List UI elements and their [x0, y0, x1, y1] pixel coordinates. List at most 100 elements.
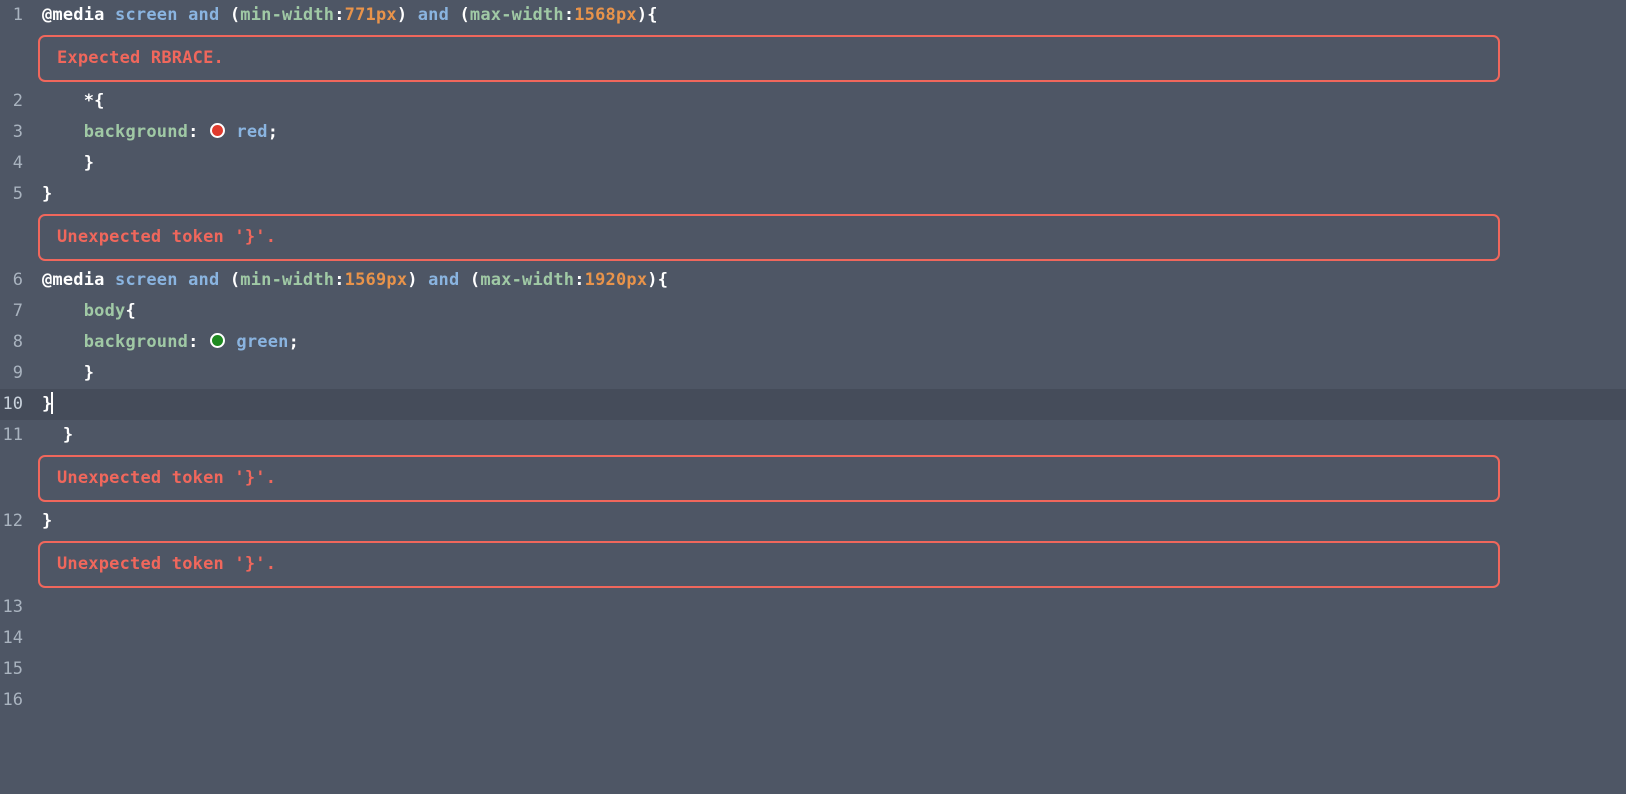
line-number: 15: [2, 659, 23, 679]
token-media-value: 1568px: [574, 5, 637, 25]
code-line[interactable]: 1 @media screen and (min-width:771px) and…: [0, 0, 1626, 31]
code-line[interactable]: 3 background: red;: [0, 117, 1626, 148]
token-property-name: background: [83, 332, 189, 352]
token-punctuation: :: [334, 270, 345, 290]
line-number: 10: [2, 394, 23, 414]
line-number: 9: [12, 363, 23, 383]
line-number: 2: [12, 91, 23, 111]
token-media-feature: min-width: [240, 270, 335, 290]
line-number: 1: [12, 5, 23, 25]
inline-error-box[interactable]: Unexpected token '}'.: [38, 214, 1500, 261]
error-message: Expected RBRACE.: [57, 48, 224, 68]
line-content: }: [42, 148, 1626, 179]
code-line[interactable]: 12}: [0, 506, 1626, 537]
error-message: Unexpected token '}'.: [57, 227, 277, 247]
error-message: Unexpected token '}'.: [57, 554, 277, 574]
text-cursor: [51, 392, 54, 414]
line-number: 8: [12, 332, 23, 352]
line-number: 12: [2, 511, 23, 531]
line-number: 4: [12, 153, 23, 173]
token-punctuation: (: [449, 5, 470, 25]
token-property-name: background: [83, 122, 189, 142]
token-media-feature: max-width: [480, 270, 575, 290]
inline-error-box[interactable]: Expected RBRACE.: [38, 35, 1500, 82]
token-punctuation: :: [334, 5, 345, 25]
color-swatch-red-icon[interactable]: [209, 123, 225, 138]
token-punctuation: ): [407, 270, 429, 290]
code-editor[interactable]: 1 @media screen and (min-width:771px) and…: [0, 0, 1626, 794]
code-line[interactable]: 8 background: green;: [0, 327, 1626, 358]
token-media-operator: and: [188, 5, 220, 25]
code-line[interactable]: 10}: [0, 389, 1626, 420]
code-line[interactable]: 16: [0, 685, 1626, 716]
token-property-value: red: [236, 122, 268, 142]
token-media-value: 1569px: [344, 270, 408, 290]
token-media-type: screen: [115, 270, 178, 290]
line-content: }: [42, 420, 1626, 451]
line-content: background: red;: [42, 117, 1626, 148]
token-close-brace: }: [42, 184, 53, 204]
line-content: @media screen and (min-width:771px) and …: [42, 0, 1626, 31]
code-line[interactable]: 11 }: [0, 420, 1626, 451]
inline-error-box[interactable]: Unexpected token '}'.: [38, 455, 1500, 502]
line-content: body{: [42, 296, 1626, 327]
code-line[interactable]: 4 }: [0, 148, 1626, 179]
token-media-value: 1920px: [584, 270, 648, 290]
error-message: Unexpected token '}'.: [57, 468, 277, 488]
line-content: *{: [42, 86, 1626, 117]
token-media-feature: min-width: [240, 5, 335, 25]
color-swatch-green-icon[interactable]: [209, 333, 225, 348]
token-at-rule-keyword: @media: [42, 270, 105, 290]
token-media-operator: and: [428, 270, 460, 290]
token-punctuation: (: [459, 270, 481, 290]
token-media-feature: max-width: [469, 5, 564, 25]
code-line[interactable]: 9 }: [0, 358, 1626, 389]
code-line[interactable]: 7 body{: [0, 296, 1626, 327]
editor-content-area[interactable]: 1 @media screen and (min-width:771px) and…: [0, 0, 1626, 716]
line-content: @media screen and (min-width:1569px) and…: [42, 265, 1626, 296]
inline-error-box[interactable]: Unexpected token '}'.: [38, 541, 1500, 588]
code-line[interactable]: 6 @media screen and (min-width:1569px) an…: [0, 265, 1626, 296]
line-number: 11: [2, 425, 23, 445]
token-punctuation: :: [188, 332, 209, 352]
token-punctuation: :: [188, 122, 209, 142]
line-content: }: [42, 358, 1626, 389]
line-number: 6: [12, 270, 23, 290]
token-punctuation: :: [563, 5, 575, 25]
code-line[interactable]: 14: [0, 623, 1626, 654]
token-element-selector: body: [83, 301, 126, 321]
token-at-rule-keyword: @media: [42, 5, 105, 25]
line-number: 5: [12, 184, 23, 204]
line-content: }: [42, 389, 1626, 420]
code-line[interactable]: 2 *{: [0, 86, 1626, 117]
token-close-brace: }: [62, 425, 74, 445]
token-punctuation: ): [396, 5, 418, 25]
line-number: 13: [2, 597, 23, 617]
line-number: 3: [12, 122, 23, 142]
token-media-operator: and: [188, 270, 220, 290]
token-media-value: 771px: [344, 5, 397, 25]
token-media-operator: and: [417, 5, 450, 25]
code-line[interactable]: 15: [0, 654, 1626, 685]
code-line[interactable]: 5}: [0, 179, 1626, 210]
token-punctuation: ;: [267, 122, 279, 142]
line-number: 7: [12, 301, 23, 321]
line-content: background: green;: [42, 327, 1626, 358]
token-punctuation: (: [219, 270, 241, 290]
line-number: 16: [2, 690, 23, 710]
token-close-brace: }: [83, 153, 95, 173]
token-punctuation: ;: [288, 332, 300, 352]
token-punctuation: ){: [636, 5, 658, 25]
code-line[interactable]: 13: [0, 592, 1626, 623]
